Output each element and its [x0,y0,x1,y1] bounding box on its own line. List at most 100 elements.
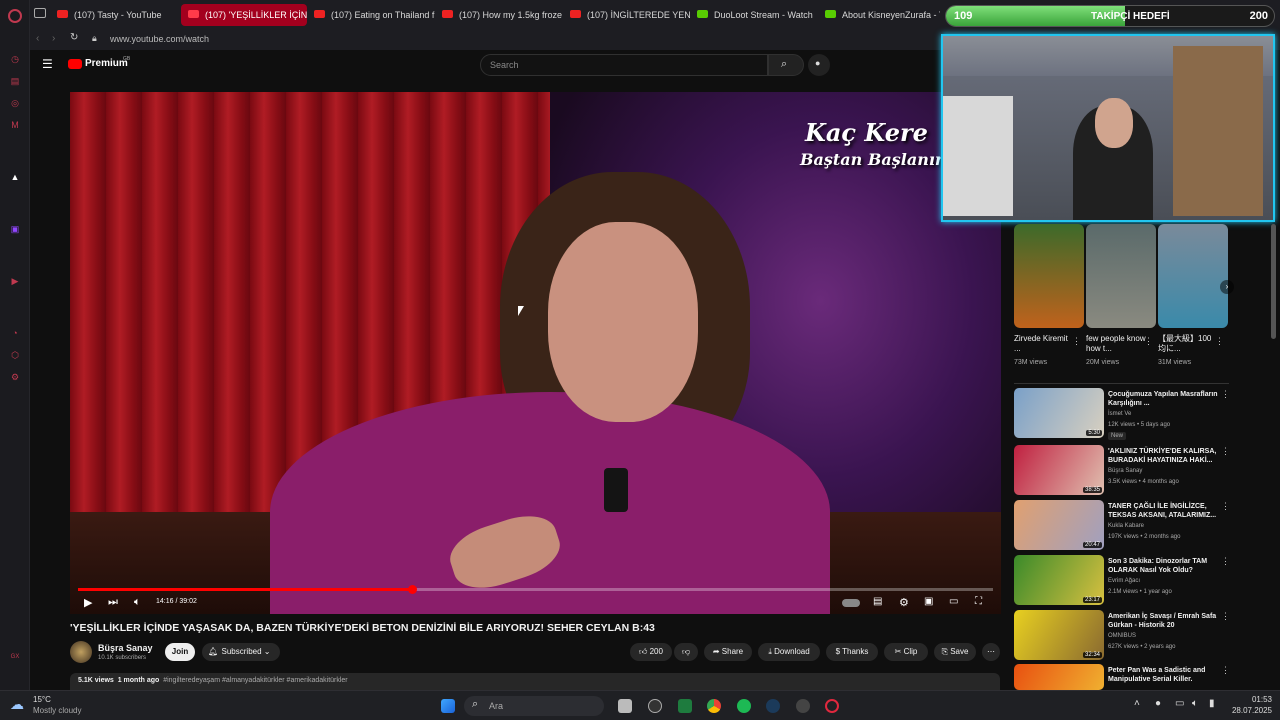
more-actions-button[interactable]: ⋯ [982,643,1000,661]
more-icon[interactable]: ⋮ [1221,501,1230,512]
weather-icon[interactable]: ☁ [10,696,24,713]
rec-thumbnail[interactable]: 38:35 [1014,445,1104,495]
rec-channel[interactable]: OMNIBUS [1108,633,1136,639]
rec-title[interactable]: TANER ÇAĞLI İLE İNGİLİZCE, TEKSAS AKSANI… [1108,502,1218,520]
menu-icon[interactable]: ☰ [42,57,53,71]
rec-thumbnail[interactable] [1014,664,1104,690]
opera-logo-icon[interactable] [8,9,22,23]
rec-channel[interactable]: Evrim Ağacı [1108,578,1140,584]
rec-title[interactable]: Son 3 Dakika: Dinozorlar TAM OLARAK Nası… [1108,557,1218,575]
more-icon[interactable]: ⋮ [1221,665,1230,676]
fullscreen-icon[interactable]: ⛶ [975,596,982,607]
history-icon[interactable]: ◷ [8,52,22,66]
more-icon[interactable]: ⋮ [1221,611,1230,622]
messenger-icon[interactable]: ◎ [8,96,22,110]
shorts-next-icon[interactable]: › [1220,280,1234,294]
rec-channel[interactable]: Kukla Kabare [1108,523,1144,529]
more-icon[interactable]: ⋮ [1144,336,1153,347]
more-icon[interactable]: ⋮ [1221,556,1230,567]
search-button[interactable]: ⌕ [768,54,804,76]
player-icon[interactable]: ▶ [8,274,22,288]
rec-title[interactable]: Amerikan İç Savaşı / Emrah Safa Gürkan -… [1108,612,1218,630]
task-view-icon[interactable] [618,699,632,713]
search-input[interactable]: Search [480,54,768,76]
more-icon[interactable]: ⋮ [1215,336,1224,347]
tray-chevron-icon[interactable]: ˄ [1134,698,1140,709]
youtube-logo-icon[interactable] [68,59,82,69]
excel-icon[interactable] [678,699,692,713]
short-thumb[interactable] [1014,224,1084,328]
tab-duoloot[interactable]: DuoLoot Stream - Watch [690,4,818,26]
clip-button[interactable]: ✂ Clip [884,643,928,661]
next-icon[interactable]: ⏭ [108,596,118,609]
rec-thumbnail[interactable]: 5:30 [1014,388,1104,438]
tab-current-video[interactable]: (107) 'YEŞİLLİKLER İÇİND [181,4,307,26]
youtube-logo[interactable]: Premium [85,58,128,69]
extensions-icon[interactable]: ⬡ [8,348,22,362]
reload-icon[interactable]: ↻ [70,32,78,43]
description-box[interactable]: 5.1K views 1 month ago #ingilteredeyaşam… [70,673,1000,690]
rec-channel[interactable]: Büşra Sanay [1108,468,1142,474]
url-field[interactable]: www.youtube.com/watch [110,34,209,44]
more-icon[interactable]: ⋮ [1221,446,1230,457]
rec-channel[interactable]: İsmet Ve [1108,411,1131,417]
network-icon[interactable]: ▭ [1175,698,1184,709]
windows-start-icon[interactable] [441,699,455,713]
mail-icon[interactable]: M [8,118,22,132]
video-player[interactable]: Kaç Kere Baştan Başlanır ▶ ⏭ 🔈︎ 14:16 / … [70,92,1001,614]
short-title[interactable]: 【最大級】100均に... [1158,334,1214,354]
progress-bar[interactable] [78,585,993,594]
autoplay-toggle[interactable] [842,599,860,607]
theater-icon[interactable]: ▭ [949,596,958,607]
more-icon[interactable]: ⋮ [1072,336,1081,347]
volume-icon[interactable]: 🔈︎ [1192,698,1198,709]
forward-icon[interactable]: › [52,33,55,44]
steam-icon[interactable] [766,699,780,713]
subscribed-button[interactable]: 🔔︎ Subscribed ⌄ [202,643,280,661]
channel-avatar[interactable] [70,641,92,663]
hashtags[interactable]: #ingilteredeyaşam #almanyadakitürkler #a… [163,677,347,684]
settings-gear-icon[interactable]: ⚙ [899,596,909,609]
weather-temp[interactable]: 15°C [33,695,51,704]
tab-island-icon[interactable] [34,8,46,18]
rec-title[interactable]: Çocuğumuza Yapılan Masrafların Karşılığı… [1108,390,1218,408]
rec-thumbnail[interactable]: 23:17 [1014,555,1104,605]
chatgpt-icon[interactable] [648,699,662,713]
clock-icon[interactable]: ◔ [8,326,22,340]
like-button[interactable]: 👍︎ 200 [630,643,672,661]
page-scrollbar[interactable] [1271,224,1276,339]
rec-thumbnail[interactable]: 32:34 [1014,610,1104,660]
chrome-icon[interactable] [707,699,721,713]
shopping-icon[interactable]: ▤ [8,74,22,88]
short-thumb[interactable] [1086,224,1156,328]
dislike-button[interactable]: 👎︎ [674,643,698,661]
short-title[interactable]: few people know how t... [1086,334,1148,354]
clock-time[interactable]: 01:53 [1232,695,1272,704]
tab-frozen[interactable]: (107) How my 1.5kg froze [435,4,563,26]
short-title[interactable]: Zirvede Kiremit ... [1014,334,1070,354]
tab-tasty[interactable]: (107) Tasty - YouTube [50,4,175,26]
join-button[interactable]: Join [165,643,195,661]
tab-eating-thailand[interactable]: (107) Eating on Thailand f [307,4,435,26]
short-thumb[interactable] [1158,224,1228,328]
clock-date[interactable]: 28.07.2025 [1224,706,1272,715]
download-button[interactable]: ⤓ Download [758,643,820,661]
subtitles-icon[interactable]: ▤ [873,596,882,607]
opera-icon[interactable] [825,699,839,713]
tab-ingiltere[interactable]: (107) İNGİLTEREDE YENİ [563,4,690,26]
taskbar-search[interactable]: ⌕ Ara [464,696,604,716]
save-button[interactable]: ⎘ Save [934,643,976,661]
rec-title[interactable]: Peter Pan Was a Sadistic and Manipulativ… [1108,666,1218,684]
settings-icon[interactable]: ⚙ [8,370,22,384]
thanks-button[interactable]: $ Thanks [826,643,878,661]
app-icon[interactable] [796,699,810,713]
rec-thumbnail[interactable]: 20:47 [1014,500,1104,550]
play-icon[interactable]: ▶ [84,596,92,609]
tab-kisneyenzurafa[interactable]: About KisneyenZurafa - Y [818,4,940,26]
aria-icon[interactable]: ▲ [8,170,22,184]
spotify-icon[interactable] [737,699,751,713]
rec-title[interactable]: 'AKLINIZ TÜRKİYE'DE KALIRSA, BURADAKİ HA… [1108,447,1218,465]
miniplayer-icon[interactable]: ▣ [924,596,933,607]
voice-search-button[interactable]: ● [808,54,830,76]
twitch-icon[interactable]: ▣ [8,222,22,236]
